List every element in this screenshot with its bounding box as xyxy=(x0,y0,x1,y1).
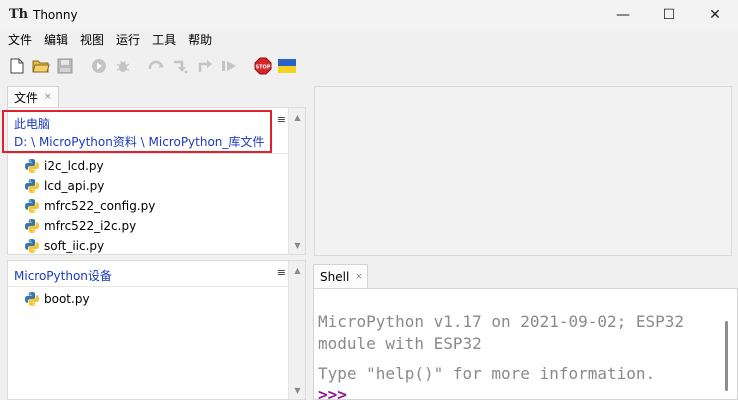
scroll-up-icon[interactable]: ▲ xyxy=(289,263,306,277)
tab-files[interactable]: 文件 × xyxy=(7,86,59,107)
list-item[interactable]: i2c_lcd.py xyxy=(8,156,288,176)
file-name: boot.py xyxy=(44,292,90,306)
tab-shell-close-icon[interactable]: × xyxy=(355,272,363,282)
file-name: mfrc522_config.py xyxy=(44,199,156,213)
shell-scrollbar[interactable] xyxy=(723,293,731,393)
local-file-list: i2c_lcd.py lcd_api.py mfrc522_config.py … xyxy=(8,156,288,256)
editor-area[interactable] xyxy=(314,86,732,256)
menu-file[interactable]: 文件 xyxy=(0,30,38,50)
stop-icon[interactable]: STOP xyxy=(254,57,272,75)
device-title[interactable]: MicroPython设备 xyxy=(14,267,112,284)
python-file-icon xyxy=(25,219,39,233)
new-file-icon[interactable] xyxy=(8,57,26,75)
device-location-header: MicroPython设备 ≡ xyxy=(8,261,288,287)
list-item[interactable]: soft_iic.py xyxy=(8,236,288,256)
tab-files-close-icon[interactable]: × xyxy=(44,92,52,102)
debug-icon[interactable] xyxy=(114,57,132,75)
toolbar: STOP xyxy=(0,52,738,80)
menu-edit[interactable]: 编辑 xyxy=(38,30,74,50)
shell-console[interactable]: MicroPython v1.17 on 2021-09-02; ESP32 m… xyxy=(313,288,738,400)
step-over-icon[interactable] xyxy=(148,57,166,75)
shell-scroll-thumb[interactable] xyxy=(725,321,728,391)
local-files-scrollbar[interactable]: ▲ ▼ xyxy=(288,108,305,254)
menu-help[interactable]: 帮助 xyxy=(182,30,218,50)
close-button[interactable]: ✕ xyxy=(692,0,738,30)
path-highlight-box xyxy=(2,110,272,153)
window-title: Thonny xyxy=(33,8,78,22)
shell-output-line: MicroPython v1.17 on 2021-09-02; ESP32 xyxy=(318,312,685,331)
step-into-icon[interactable] xyxy=(172,57,190,75)
step-out-icon[interactable] xyxy=(196,57,214,75)
menu-bar: 文件 编辑 视图 运行 工具 帮助 xyxy=(0,30,738,50)
menu-view[interactable]: 视图 xyxy=(74,30,110,50)
scroll-up-icon[interactable]: ▲ xyxy=(289,110,306,124)
menu-tools[interactable]: 工具 xyxy=(146,30,182,50)
list-item[interactable]: boot.py xyxy=(8,289,288,309)
shell-output-line: module with ESP32 xyxy=(318,334,482,353)
scroll-down-icon[interactable]: ▼ xyxy=(289,383,306,397)
device-file-list: boot.py xyxy=(8,289,288,309)
list-item[interactable]: mfrc522_config.py xyxy=(8,196,288,216)
python-file-icon xyxy=(25,159,39,173)
device-files-scrollbar[interactable]: ▲ ▼ xyxy=(288,261,305,399)
shell-prompt: >>> xyxy=(318,388,347,400)
open-file-icon[interactable] xyxy=(32,57,50,75)
list-item[interactable]: lcd_api.py xyxy=(8,176,288,196)
python-file-icon xyxy=(25,292,39,306)
resume-icon[interactable] xyxy=(220,57,238,75)
tab-shell-label: Shell xyxy=(320,269,350,284)
device-menu-icon[interactable]: ≡ xyxy=(277,266,286,279)
python-file-icon xyxy=(25,179,39,193)
menu-run[interactable]: 运行 xyxy=(110,30,146,50)
save-file-icon[interactable] xyxy=(56,57,74,75)
local-menu-icon[interactable]: ≡ xyxy=(277,113,286,126)
tab-files-label: 文件 xyxy=(14,90,39,105)
device-files-pane: MicroPython设备 ≡ boot.py ▲ ▼ xyxy=(7,260,306,400)
file-name: i2c_lcd.py xyxy=(44,159,104,173)
svg-text:STOP: STOP xyxy=(256,65,271,71)
file-name: mfrc522_i2c.py xyxy=(44,219,137,233)
ukraine-flag-icon[interactable] xyxy=(278,57,296,75)
python-file-icon xyxy=(25,199,39,213)
title-bar: Th Thonny — ☐ ✕ xyxy=(0,0,738,30)
run-icon[interactable] xyxy=(90,57,108,75)
shell-output-line: Type "help()" for more information. xyxy=(318,364,656,383)
minimize-button[interactable]: — xyxy=(600,0,646,30)
python-file-icon xyxy=(25,239,39,253)
file-name: soft_iic.py xyxy=(44,239,105,253)
maximize-button[interactable]: ☐ xyxy=(646,0,692,30)
scroll-down-icon[interactable]: ▼ xyxy=(289,238,306,252)
tab-shell[interactable]: Shell × xyxy=(313,264,368,288)
list-item[interactable]: mfrc522_i2c.py xyxy=(8,216,288,236)
file-name: lcd_api.py xyxy=(44,179,105,193)
thonny-logo-icon: Th xyxy=(9,7,29,22)
